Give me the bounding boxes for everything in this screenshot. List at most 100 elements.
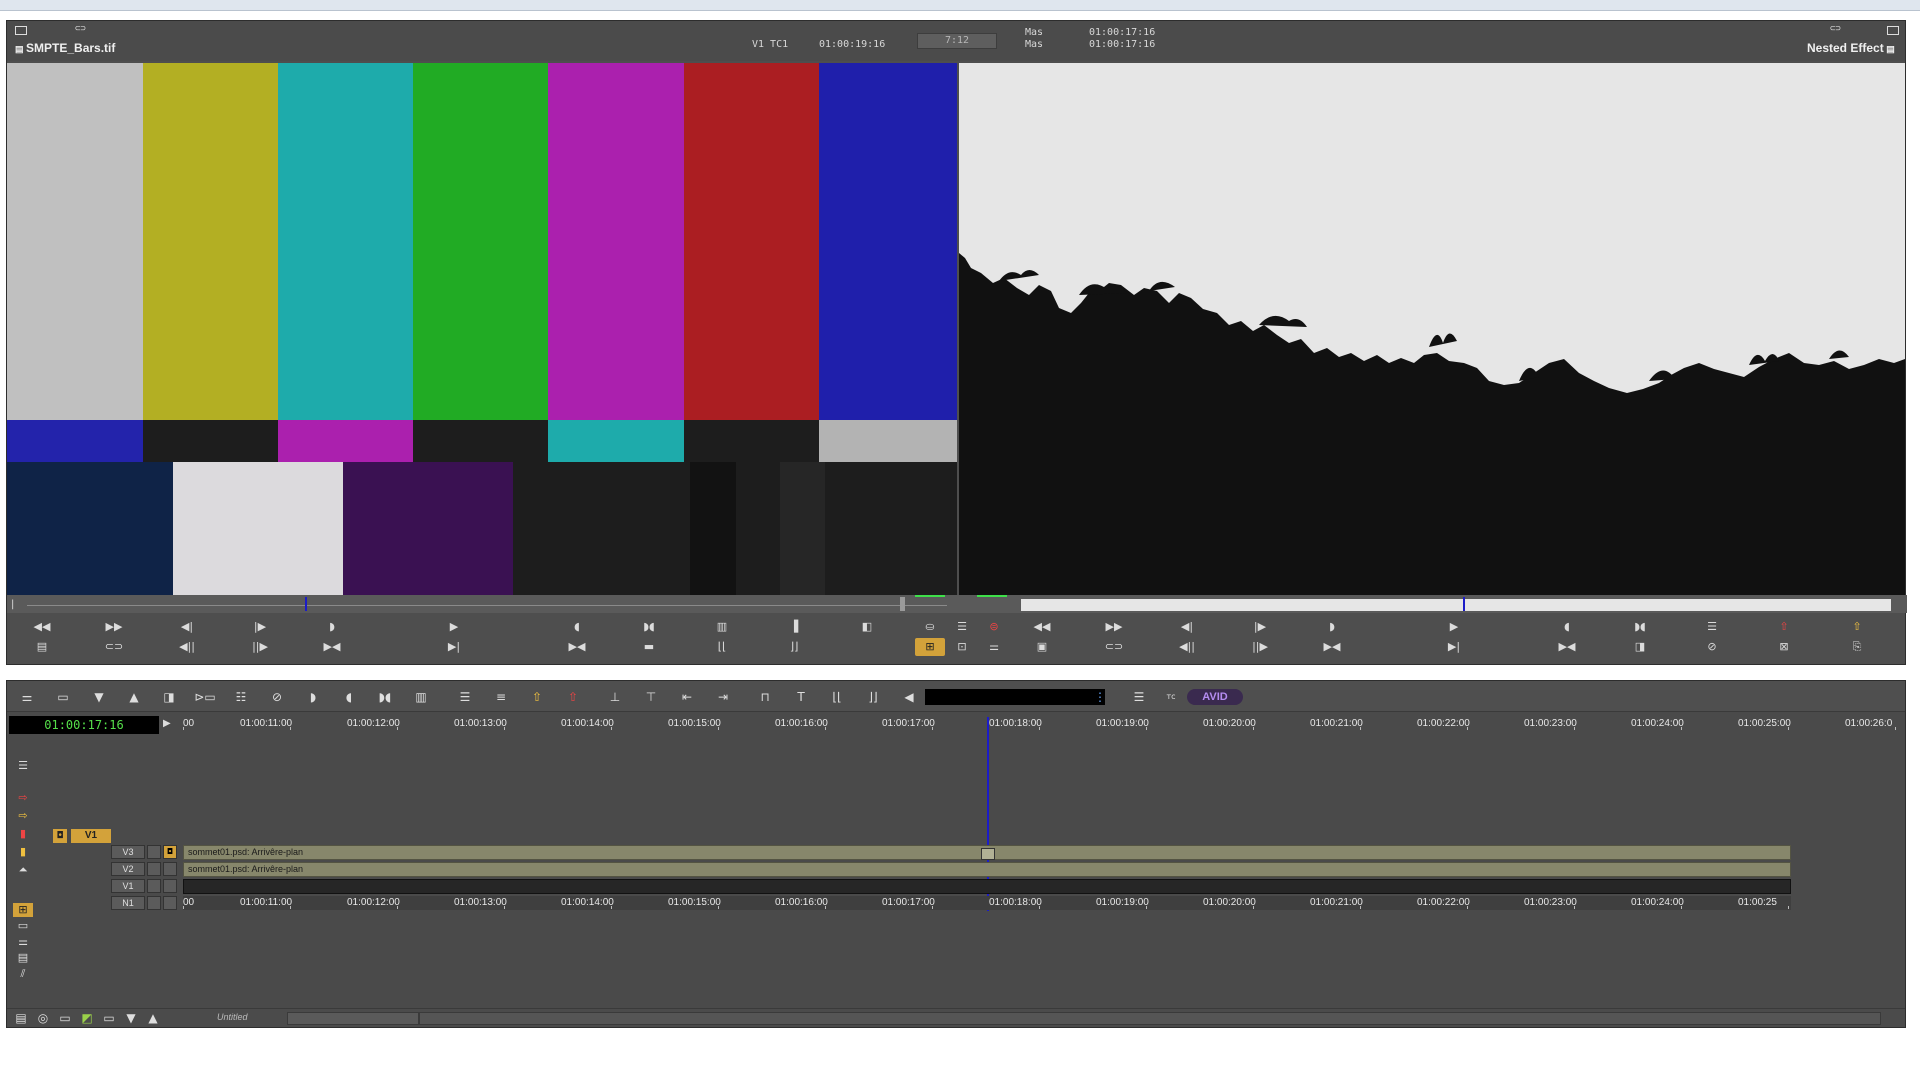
- no-effect-button[interactable]: ⊘: [1697, 638, 1727, 656]
- track-label-v3[interactable]: V3: [111, 845, 145, 859]
- audio-icon[interactable]: ◀: [897, 689, 921, 705]
- record-play-reverse-button[interactable]: ◀||: [1172, 638, 1202, 656]
- track-label-n1[interactable]: N1: [111, 896, 145, 910]
- mark-in-button[interactable]: ◖: [562, 618, 592, 636]
- record-monitor[interactable]: [959, 63, 1905, 595]
- ruler-menu-icon[interactable]: ▶: [163, 718, 173, 732]
- segment-icon[interactable]: ⊓: [753, 689, 777, 705]
- settings-button[interactable]: ⚌: [979, 638, 1009, 656]
- source-timecode[interactable]: 01:00:19:16: [819, 39, 885, 50]
- track-lock-v3[interactable]: [147, 845, 161, 859]
- track-monitor-v1[interactable]: [163, 879, 177, 893]
- record-mark-clip-button[interactable]: ◗◖: [1625, 618, 1655, 636]
- red-arrow-icon[interactable]: ⇨: [13, 791, 33, 805]
- timeline-scroll-track[interactable]: [419, 1012, 1881, 1025]
- track-lock-v1[interactable]: [147, 879, 161, 893]
- track-lock-n1[interactable]: [147, 896, 161, 910]
- bottom-color-icon[interactable]: ◩: [77, 1010, 97, 1026]
- bottom-down-icon[interactable]: ▼: [121, 1010, 141, 1026]
- bottom-window-icon[interactable]: ▭: [99, 1010, 119, 1026]
- audio-small-icon[interactable]: ⫽: [13, 967, 33, 981]
- record-timecode-1[interactable]: 01:00:17:16: [1089, 27, 1155, 38]
- down-arrow-icon[interactable]: ▼: [87, 689, 111, 705]
- tracks-small-icon[interactable]: ▤: [13, 951, 33, 965]
- trim-icon[interactable]: ⊤: [639, 689, 663, 705]
- record-rewind-button[interactable]: ◀◀: [1027, 618, 1057, 636]
- extract-button[interactable]: ⇧: [1842, 618, 1872, 636]
- source-position-indicator[interactable]: [305, 597, 307, 611]
- record-step-back-button[interactable]: ◀|: [1172, 618, 1202, 636]
- record-play-button[interactable]: ▶: [1439, 618, 1469, 636]
- track-monitor-v2[interactable]: [163, 862, 177, 876]
- up-arrow-icon[interactable]: ▲: [122, 689, 146, 705]
- source-position-bar[interactable]: |: [7, 595, 959, 613]
- step-back-button[interactable]: ◀|: [172, 618, 202, 636]
- bottom-monitor-icon[interactable]: ▭: [55, 1010, 75, 1026]
- bottom-circle-icon[interactable]: ◎: [33, 1010, 53, 1026]
- record-mark-out-button[interactable]: ◗: [1317, 618, 1347, 636]
- record-sequence-name[interactable]: Nested Effect ▤: [1807, 41, 1895, 55]
- record-go-to-end-button[interactable]: ▶|: [1439, 638, 1469, 656]
- record-play-loop-button[interactable]: ||▶: [1245, 638, 1275, 656]
- record-position-indicator[interactable]: [1463, 597, 1465, 611]
- bottom-menu-icon[interactable]: ▤: [11, 1010, 31, 1026]
- timeline-ruler[interactable]: 00 01:00:11:00 01:00:12:00 01:00:13:00 01:00…: [183, 717, 1903, 731]
- center-readout[interactable]: 7:12: [917, 33, 997, 49]
- link-icon[interactable]: ⊂⊃: [75, 24, 86, 34]
- export-button[interactable]: ⎘: [1842, 638, 1872, 656]
- toggle-button[interactable]: ▬: [634, 638, 664, 656]
- tc-icon[interactable]: ᴛᴄ: [1159, 689, 1183, 705]
- ramp-icon[interactable]: ⏶: [13, 863, 33, 877]
- match-frame-button[interactable]: ▐: [779, 618, 809, 636]
- fullscreen-button[interactable]: ⊠: [1769, 638, 1799, 656]
- source-clip-name[interactable]: ▤ SMPTE_Bars.tif: [15, 41, 115, 55]
- slip-right-icon[interactable]: ⇥: [711, 689, 735, 705]
- monitor-small-icon[interactable]: ▭: [13, 919, 33, 933]
- clear-marks-icon[interactable]: ▥: [409, 689, 433, 705]
- play-button[interactable]: ▶: [439, 618, 469, 636]
- splice-button[interactable]: ☰: [947, 618, 977, 636]
- track-monitor-n1[interactable]: [163, 896, 177, 910]
- effect-icon[interactable]: [981, 848, 995, 860]
- play-reverse-button[interactable]: ◀||: [172, 638, 202, 656]
- mark-clip-button[interactable]: ◗◖: [634, 618, 664, 636]
- source-mode-button[interactable]: ◧: [852, 618, 882, 636]
- record-effect-button[interactable]: ◨: [1625, 638, 1655, 656]
- link-button[interactable]: ⊂⊃: [99, 638, 129, 656]
- mark-in-icon[interactable]: ◖: [337, 689, 361, 705]
- stack-icon[interactable]: ☷: [229, 689, 253, 705]
- add-edit-icon[interactable]: ⊥: [603, 689, 627, 705]
- source-monitor-icon[interactable]: ◘: [53, 829, 67, 843]
- timeline-scroll-thumb[interactable]: [287, 1012, 419, 1025]
- lift-button[interactable]: ⇧: [1769, 618, 1799, 636]
- record-clip-info-button[interactable]: ▣: [1027, 638, 1057, 656]
- composer-toggle-button[interactable]: ⊞: [915, 638, 945, 656]
- step-forward-button[interactable]: |▶: [245, 618, 275, 636]
- yellow-arrow-icon[interactable]: ⇨: [13, 809, 33, 823]
- track-label-v2[interactable]: V2: [111, 862, 145, 876]
- zoom-control-icon[interactable]: ⋮: [1092, 689, 1108, 705]
- monitor-icon[interactable]: ▭: [51, 689, 75, 705]
- mark-out-icon[interactable]: ◗: [301, 689, 325, 705]
- trim-left-icon[interactable]: ⌊⌊: [825, 689, 849, 705]
- record-link-button[interactable]: ⊂⊃: [1099, 638, 1129, 656]
- trim-right-button[interactable]: ⌋⌋: [779, 638, 809, 656]
- bottom-up-icon[interactable]: ▲: [143, 1010, 163, 1026]
- clear-marks-button[interactable]: ▥: [707, 618, 737, 636]
- timeline-info-field[interactable]: [925, 689, 1105, 705]
- fast-forward-button[interactable]: ▶▶: [99, 618, 129, 636]
- timeline-timecode[interactable]: 01:00:17:16: [9, 716, 159, 734]
- lift-overwrite-button[interactable]: ⊜: [979, 618, 1009, 636]
- rewind-button[interactable]: ◀◀: [27, 618, 57, 636]
- trim-icon-button[interactable]: ⛀: [915, 618, 945, 636]
- settings-small-icon[interactable]: ⚌: [13, 935, 33, 949]
- track-menu-icon[interactable]: ☰: [13, 759, 33, 773]
- overwrite-icon[interactable]: ☰: [453, 689, 477, 705]
- source-track-v1[interactable]: V1: [71, 829, 111, 843]
- window-menu-icon-right[interactable]: [1887, 26, 1899, 35]
- record-step-forward-button[interactable]: |▶: [1245, 618, 1275, 636]
- track-monitor-v3-icon[interactable]: ◘: [163, 845, 177, 859]
- record-go-to-out-button[interactable]: ▶◀: [1317, 638, 1347, 656]
- segment-mode-icon[interactable]: ⊳▭: [193, 689, 217, 705]
- track-v1-empty[interactable]: [183, 879, 1791, 894]
